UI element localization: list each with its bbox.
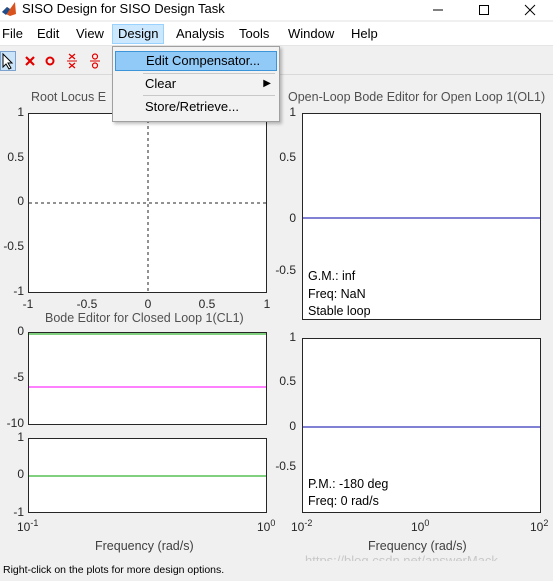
zero-circle-icon <box>45 56 55 66</box>
ol-mag-ytick: 0 <box>289 211 296 225</box>
menu-item-clear-label: Clear <box>145 76 177 91</box>
delete-red-x-icon <box>25 56 35 66</box>
submenu-arrow-icon: ▶ <box>263 78 271 89</box>
add-zero-tool-button[interactable] <box>42 51 60 71</box>
status-bar: Right-click on the plots for more design… <box>0 561 553 581</box>
rl-ytick: 0 <box>17 194 24 208</box>
open-loop-magnitude-axes[interactable]: G.M.: inf Freq: NaN Stable loop <box>302 113 541 320</box>
rl-xtick: -0.5 <box>76 297 98 311</box>
ol-mag-ytick: 0.5 <box>279 150 296 164</box>
root-locus-crosshair <box>29 114 266 292</box>
menu-analysis[interactable]: Analysis <box>171 24 229 44</box>
rl-xtick: -1 <box>22 297 34 311</box>
pole-x-icon <box>67 53 77 69</box>
menu-item-clear[interactable]: Clear ▶ <box>115 74 277 94</box>
phase-margin-text: P.M.: -180 deg <box>308 477 389 491</box>
menu-design[interactable]: Design <box>112 24 165 44</box>
add-complex-zero-tool-button[interactable] <box>87 51 105 71</box>
open-loop-phase-axes[interactable]: P.M.: -180 deg Freq: 0 rad/s <box>302 338 541 513</box>
window-title: SISO Design for SISO Design Task <box>22 1 225 16</box>
ol-mag-ytick: -0.5 <box>275 263 296 277</box>
rl-ytick: -0.5 <box>3 239 24 253</box>
root-locus-axes[interactable] <box>28 113 267 293</box>
cl-phase-ytick: 0 <box>17 467 24 481</box>
rl-xtick: 0 <box>144 297 152 311</box>
select-tool-button[interactable] <box>0 51 16 71</box>
menu-separator <box>143 95 275 96</box>
cl-mag-ytick: 0 <box>17 324 24 338</box>
plot-area: Root Locus E 1 0.5 0 -0.5 -1 -1 -0.5 0 0… <box>0 76 553 560</box>
cl-xlabel: Frequency (rad/s) <box>95 539 194 553</box>
menu-item-store-retrieve[interactable]: Store/Retrieve... <box>115 97 277 117</box>
select-arrow-icon <box>2 52 14 70</box>
rl-ytick: 1 <box>17 105 24 119</box>
cl-mag-ytick: -10 <box>6 416 24 430</box>
closed-loop-magnitude-axes[interactable] <box>28 332 267 425</box>
open-loop-title: Open-Loop Bode Editor for Open Loop 1(OL… <box>288 90 546 104</box>
menu-file[interactable]: File <box>0 24 28 44</box>
ol-phase-ytick: -0.5 <box>275 459 296 473</box>
rl-xtick: 0.5 <box>198 297 216 311</box>
rl-xtick: 1 <box>263 297 271 311</box>
maximize-icon <box>479 5 489 15</box>
close-button[interactable] <box>507 0 553 20</box>
design-menu-dropdown: Edit Compensator... Clear ▶ Store/Retrie… <box>112 46 280 122</box>
close-icon <box>524 4 536 16</box>
pm-frequency-text: Freq: 0 rad/s <box>308 494 379 508</box>
maximize-button[interactable] <box>461 0 507 20</box>
menu-item-edit-compensator[interactable]: Edit Compensator... <box>115 51 277 71</box>
rl-ytick: -1 <box>13 284 24 298</box>
status-text: Right-click on the plots for more design… <box>3 564 225 576</box>
ol-phase-ytick: 1 <box>289 330 296 344</box>
ol-xtick: 102 <box>530 518 549 534</box>
ol-xtick: 10-2 <box>291 518 313 534</box>
menu-tools[interactable]: Tools <box>234 24 274 44</box>
cl-mag-plot <box>29 333 266 388</box>
matlab-app-icon <box>2 2 16 16</box>
ol-phase-ytick: 0.5 <box>279 374 296 388</box>
menu-help[interactable]: Help <box>346 24 383 44</box>
closed-loop-title: Bode Editor for Closed Loop 1(CL1) <box>45 311 244 325</box>
delete-tool-button[interactable] <box>22 51 40 71</box>
cl-xtick: 10-1 <box>17 518 39 534</box>
title-bar: SISO Design for SISO Design Task <box>0 0 553 20</box>
cl-phase-ytick: 1 <box>17 430 24 444</box>
ol-phase-ytick: 0 <box>289 419 296 433</box>
cl-phase-ytick: -1 <box>13 505 24 519</box>
gm-frequency-text: Freq: NaN <box>308 287 366 301</box>
ol-xtick: 100 <box>411 518 430 534</box>
stability-text: Stable loop <box>308 304 371 318</box>
closed-loop-phase-axes[interactable] <box>28 438 267 513</box>
add-complex-pole-tool-button[interactable] <box>64 51 82 71</box>
cl-xtick: 100 <box>257 518 276 534</box>
rl-ytick: 0.5 <box>7 150 24 164</box>
ol-xlabel: Frequency (rad/s) <box>368 539 467 553</box>
gain-margin-text: G.M.: inf <box>308 269 356 283</box>
menu-window[interactable]: Window <box>283 24 339 44</box>
menu-edit[interactable]: Edit <box>32 24 64 44</box>
minimize-icon <box>433 9 443 11</box>
menu-view[interactable]: View <box>71 24 109 44</box>
menu-bar: File Edit View Design Analysis Tools Win… <box>0 22 553 46</box>
minimize-button[interactable] <box>415 0 461 20</box>
cl-mag-ytick: -5 <box>13 370 24 384</box>
cl-phase-plot <box>29 475 266 477</box>
root-locus-title: Root Locus E <box>31 90 107 104</box>
complex-zero-icon <box>90 53 100 69</box>
